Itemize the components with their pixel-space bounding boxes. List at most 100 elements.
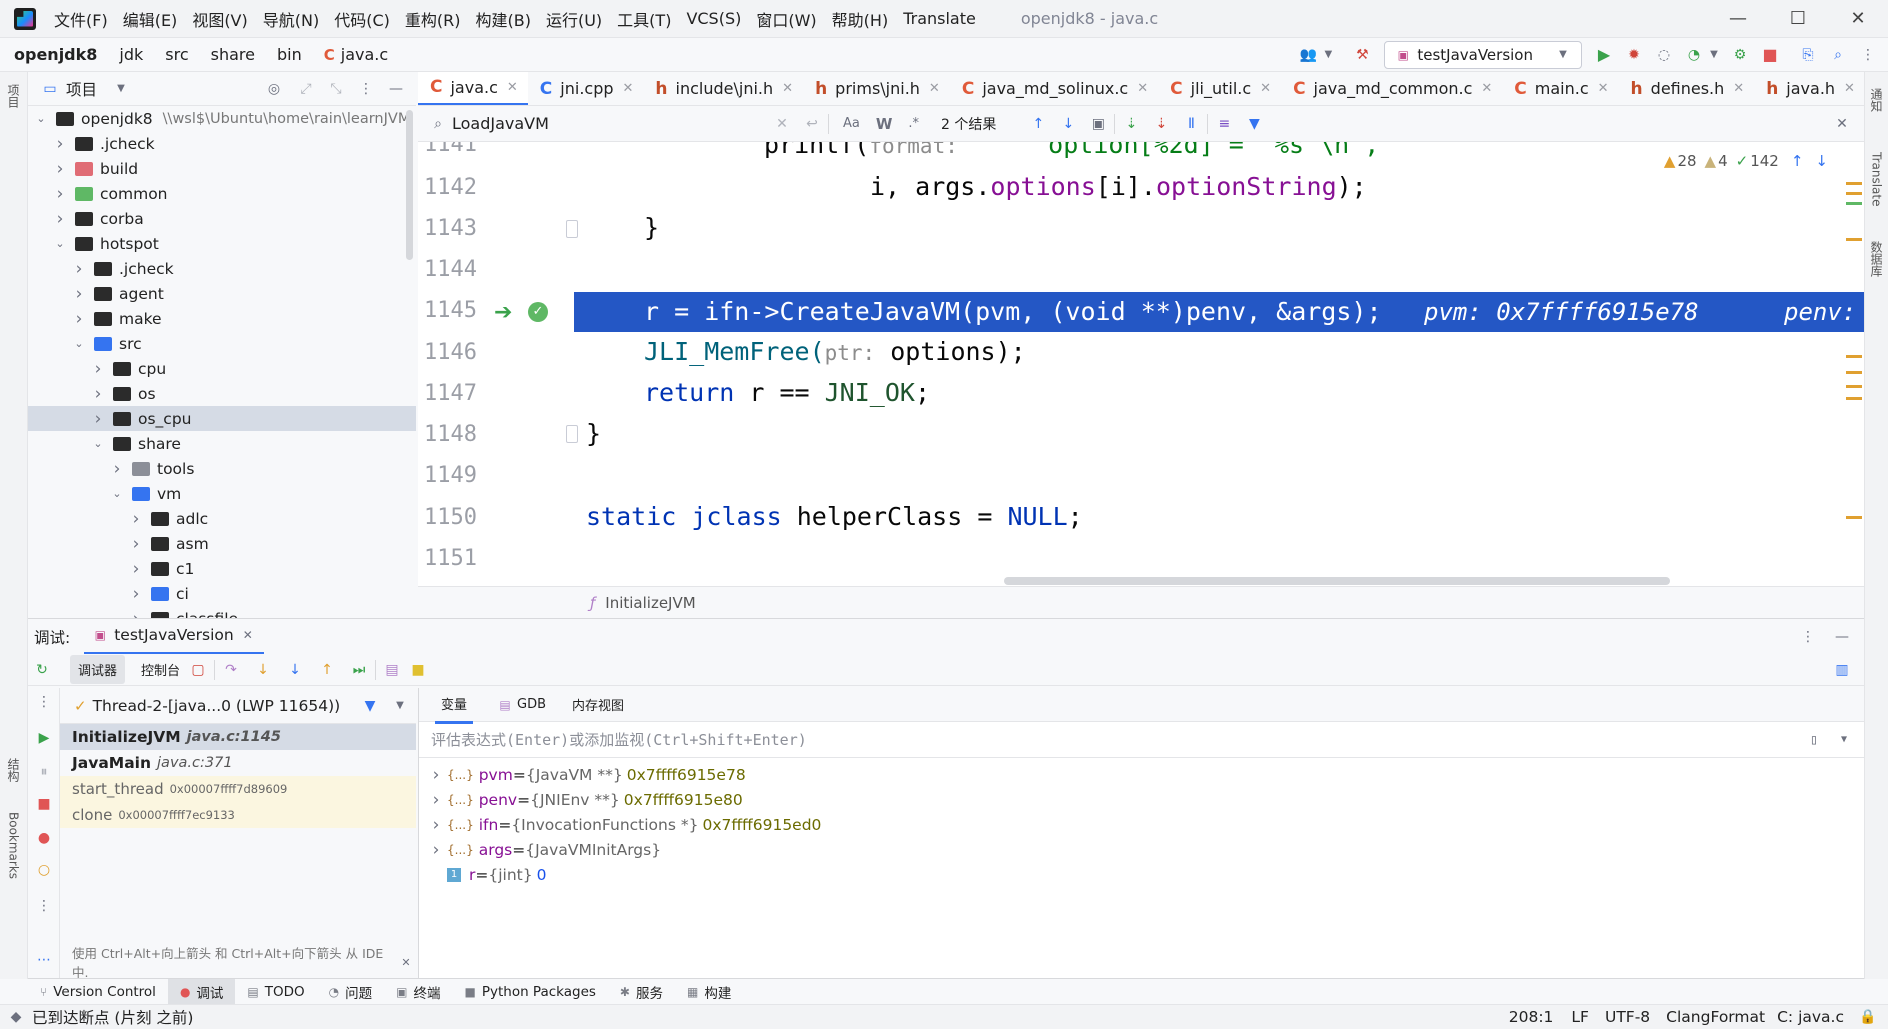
regex-toggle[interactable]: .* (908, 116, 919, 131)
code-editor[interactable]: 1141 1142 1143 1144 1145 1146 1147 1148 … (418, 142, 1864, 586)
locate-icon[interactable]: ◎ (264, 79, 284, 99)
status-message[interactable]: 已到达断点 (片刻 之前) (32, 1006, 193, 1028)
variable-row[interactable]: › {...} penv = {JNIEnv **} 0x7ffff6915e80 (419, 787, 1864, 812)
tree-node[interactable]: › ci (28, 581, 416, 606)
stop-icon[interactable]: ■ (1760, 45, 1780, 65)
close-tab-icon[interactable]: ✕ (238, 625, 258, 645)
debug-icon[interactable]: ✹ (1624, 45, 1644, 65)
gdb-tab[interactable]: GDB (517, 697, 546, 712)
evaluate-input[interactable]: 评估表达式(Enter)或添加监视(Ctrl+Shift+Enter) (431, 729, 1804, 750)
users-icon[interactable]: 👥 (1298, 45, 1318, 65)
chevron-right-icon[interactable]: › (53, 184, 67, 204)
tree-node[interactable]: › c1 (28, 556, 416, 581)
chevron-right-icon[interactable]: › (72, 309, 86, 329)
tree-node[interactable]: › asm (28, 531, 416, 556)
close-tab-icon[interactable]: ✕ (1733, 81, 1744, 96)
chevron-right-icon[interactable]: › (425, 790, 447, 810)
tree-node[interactable]: › cpu (28, 356, 416, 381)
run-configuration-select[interactable]: ▣ testJavaVersion ▼ (1384, 40, 1582, 69)
layout-icon[interactable]: ▢ (188, 660, 208, 680)
menu-item[interactable]: 窗口(W) (756, 7, 816, 31)
project-tree-scrollbar[interactable] (406, 110, 413, 260)
chevron-down-icon[interactable]: ⌄ (91, 437, 105, 450)
editor-tab[interactable]: Cjava_md_common.c ✕ (1281, 72, 1502, 105)
inspection-widget[interactable]: ▲ 28 ▲ 4 ✓ 142 ↑ ↓ (1664, 152, 1828, 170)
console-tab[interactable]: 控制台 (141, 660, 180, 679)
chevron-down-icon[interactable]: ▼ (111, 79, 131, 99)
chevron-right-icon[interactable]: › (425, 765, 447, 785)
tree-node[interactable]: ⌄ openjdk8 \\wsl$\Ubuntu\home\rain\learnJV… (28, 106, 416, 131)
resume-icon[interactable]: ▶ (34, 728, 54, 748)
previous-occurrence-icon[interactable]: ↑ (1028, 114, 1048, 134)
tool-window-button[interactable]: ◔ 问题 (317, 979, 384, 1005)
breadcrumb-item[interactable]: src (165, 45, 188, 64)
chevron-right-icon[interactable]: › (129, 509, 143, 529)
tool-window-button[interactable]: ▤ TODO (235, 979, 316, 1005)
close-tab-icon[interactable]: ✕ (929, 81, 940, 96)
more-horizontal-icon[interactable]: ⋯ (34, 950, 54, 970)
chevron-right-icon[interactable]: › (129, 584, 143, 604)
breakpoint-verified-icon[interactable]: ✓ (528, 302, 548, 322)
options-icon[interactable]: ⋮ (356, 79, 376, 99)
chevron-right-icon[interactable]: › (425, 840, 447, 860)
close-find-bar-icon[interactable]: ✕ (1832, 114, 1852, 134)
breadcrumb-item[interactable]: jdk (119, 45, 143, 64)
menu-item[interactable]: 工具(T) (617, 7, 671, 31)
breadcrumb-item[interactable]: bin (277, 45, 302, 64)
stop-debug-icon[interactable]: ■ (34, 794, 54, 814)
tree-node[interactable]: ⌄ vm (28, 481, 416, 506)
tree-node[interactable]: › .jcheck (28, 131, 416, 156)
chevron-down-icon[interactable]: ▼ (390, 696, 410, 716)
translate-icon[interactable]: ⎘ (1798, 45, 1818, 65)
chevron-down-icon[interactable]: ⌄ (34, 112, 48, 125)
project-tool-button[interactable]: 项目 (5, 84, 22, 108)
editor-tab[interactable]: h include\jni.h ✕ (643, 72, 803, 105)
editor-tab[interactable]: Cjava_md_solinux.c ✕ (950, 72, 1158, 105)
close-window-icon[interactable]: ✕ (1828, 8, 1888, 29)
force-step-into-icon[interactable]: ↓ (285, 660, 305, 680)
database-tool-button[interactable]: 数据库 (1868, 241, 1885, 277)
maximize-icon[interactable]: ☐ (1768, 8, 1828, 29)
chevron-right-icon[interactable]: › (425, 815, 447, 835)
menu-item[interactable]: 导航(N) (263, 7, 319, 31)
chevron-right-icon[interactable]: › (53, 134, 67, 154)
editor-tab[interactable]: Cmain.c ✕ (1502, 72, 1618, 105)
chevron-right-icon[interactable]: › (53, 159, 67, 179)
expand-all-icon[interactable]: ⤢ (296, 79, 316, 99)
tool-window-button[interactable]: ⑂ Version Control (28, 979, 168, 1005)
editor-tab[interactable]: h prims\jni.h ✕ (803, 72, 950, 105)
collapse-all-icon[interactable]: ⤡ (326, 79, 346, 99)
close-hint-icon[interactable]: ✕ (396, 952, 416, 972)
tree-node[interactable]: › common (28, 181, 416, 206)
menu-item[interactable]: Translate (903, 9, 976, 28)
breadcrumb-function[interactable]: InitializeJVM (605, 594, 695, 612)
breadcrumb-item[interactable]: share (211, 45, 255, 64)
chevron-right-icon[interactable]: › (72, 259, 86, 279)
search-input[interactable]: LoadJavaVM (452, 114, 772, 133)
menu-item[interactable]: 运行(U) (546, 7, 602, 31)
more-actions-icon[interactable]: ⋮ (1858, 45, 1878, 65)
remove-selection-icon[interactable]: ⇣ (1151, 114, 1171, 134)
thread-selector[interactable]: ✓ Thread-2-[java...0 (LWP 11654)) ▼ ▼ (60, 688, 416, 724)
tree-node[interactable]: › os_cpu (28, 406, 416, 431)
tree-node[interactable]: › tools (28, 456, 416, 481)
tree-node[interactable]: › corba (28, 206, 416, 231)
tool-window-button[interactable]: ✱ 服务 (608, 979, 675, 1005)
step-over-icon[interactable]: ↷ (221, 660, 241, 680)
new-line-icon[interactable]: ↩ (802, 114, 822, 134)
match-case-toggle[interactable]: Aa (843, 116, 860, 131)
chevron-right-icon[interactable]: › (91, 359, 105, 379)
filter-options-icon[interactable]: ≡ (1214, 114, 1234, 134)
whole-words-toggle[interactable]: W (876, 115, 893, 133)
close-tab-icon[interactable]: ✕ (1137, 81, 1148, 96)
select-all-matches-icon[interactable]: Ⅱ (1181, 114, 1201, 134)
run-to-cursor-icon[interactable]: ⏭ (349, 660, 369, 680)
add-selection-icon[interactable]: ⇣ (1121, 114, 1141, 134)
editor-tab[interactable]: Cjli_util.c ✕ (1158, 72, 1281, 105)
close-tab-icon[interactable]: ✕ (1260, 81, 1271, 96)
horizontal-scrollbar[interactable] (1004, 577, 1670, 585)
app-logo-icon[interactable] (14, 7, 36, 30)
chevron-right-icon[interactable]: › (129, 534, 143, 554)
breadcrumb-item[interactable]: java.c (341, 45, 388, 64)
chevron-down-icon[interactable]: ⌄ (110, 487, 124, 500)
